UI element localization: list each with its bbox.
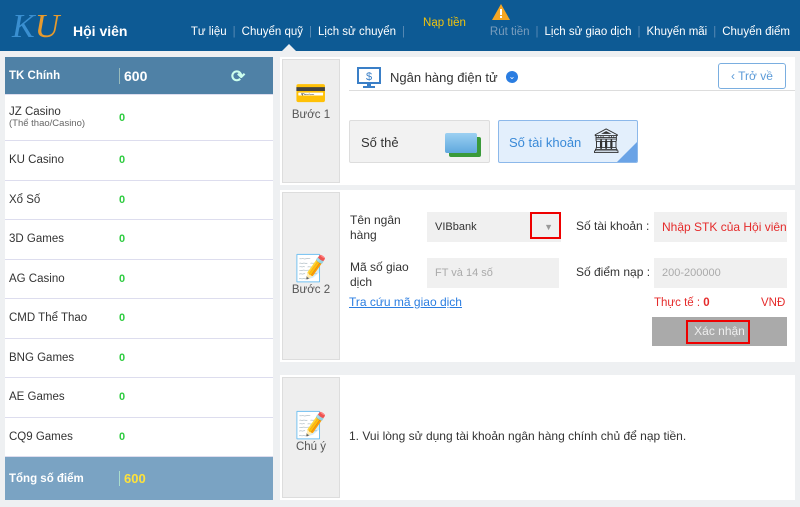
wallet-value: 0 [119, 272, 126, 285]
header-title: Hội viên [73, 23, 128, 39]
txn-code-input[interactable]: FT và 14 số [427, 258, 559, 288]
step2-badge: 📝 Bước 2 [282, 192, 340, 360]
notice-section: 📝 Chú ý 1. Vui lòng sử dụng tài khoản ngâ… [280, 375, 795, 500]
points-label: Số điểm nạp : [576, 265, 651, 279]
wallet-label: CQ9 Games [9, 430, 73, 443]
back-button[interactable]: ‹ Trở về [718, 63, 786, 89]
notice-label: Chú ý [295, 441, 327, 453]
form-edit-icon: 📝 [294, 253, 328, 283]
total-row: Tổng số điểm 600 [5, 457, 273, 500]
option-label: Số tài khoản [509, 135, 582, 150]
nav-tu-lieu[interactable]: Tư liệu [185, 26, 233, 38]
wallet-row: JZ Casino (Thể thao/Casino) 0 [5, 95, 273, 141]
nav-chuyen-quy[interactable]: Chuyển quỹ [236, 26, 309, 38]
svg-text:$: $ [366, 71, 372, 83]
deposit-panel: 💳 Bước 1 $ Ngân hàng điện tử ⌄ ‹ Trở về S… [280, 57, 795, 500]
main-account-label: TK Chính [9, 69, 61, 82]
top-nav: Tư liệu | Chuyển quỹ | Lịch sử chuyển | Nạp… [185, 17, 790, 38]
step1-badge: 💳 Bước 1 [282, 59, 340, 183]
txn-code-placeholder: FT và 14 số [435, 267, 493, 279]
card-icon [445, 133, 477, 153]
actual-amount: Thực tế : 0 [654, 296, 710, 311]
nav-rut-tien[interactable]: Rút tiền [484, 26, 536, 38]
notice-edit-icon: 📝 [294, 410, 328, 440]
wallet-row: KU Casino 0 [5, 141, 273, 181]
wallet-label: 3D Games [9, 233, 64, 246]
refresh-icon[interactable]: ⟳ [231, 67, 245, 87]
currency: VNĐ [761, 297, 786, 309]
wallet-label: Xổ Số [9, 193, 41, 206]
step2-section: 📝 Bước 2 Tên ngân hàng VIBbank ▼ Mã số gia… [280, 190, 795, 362]
wallet-label: AE Games [9, 391, 65, 404]
step2-label: Bước 2 [291, 284, 331, 296]
total-label: Tổng số điểm [9, 472, 84, 485]
active-nav-caret [282, 44, 296, 51]
lookup-txn-link[interactable]: Tra cứu mã giao dịch [349, 295, 462, 310]
wallet-value: 0 [119, 111, 126, 124]
wallet-value: 0 [119, 233, 126, 246]
nav-lich-su-chuyen[interactable]: Lịch sử chuyển [312, 26, 402, 38]
wallet-label: BNG Games [9, 351, 75, 364]
option-account-number[interactable]: Số tài khoản 🏛 [498, 120, 638, 163]
bank-select-value: VIBbank [435, 221, 477, 233]
nav-nap-tien[interactable]: Nạp tiền [405, 17, 484, 29]
main-account-value: 600 [119, 67, 147, 84]
notice-badge: 📝 Chú ý [282, 377, 340, 498]
credit-card-icon: 💳 [294, 78, 328, 108]
payment-method[interactable]: Ngân hàng điện tử [390, 70, 498, 85]
actual-label: Thực tế : [654, 297, 701, 309]
step1-section: 💳 Bước 1 $ Ngân hàng điện tử ⌄ ‹ Trở về S… [280, 57, 795, 185]
highlight-box [530, 212, 561, 239]
option-card-number[interactable]: Số thẻ [349, 120, 490, 163]
points-input[interactable]: 200-200000 [654, 258, 787, 288]
bank-name-label: Tên ngân hàng [350, 213, 401, 242]
wallet-row: AG Casino 0 [5, 260, 273, 299]
wallet-value: 0 [119, 430, 126, 443]
logo: KU [12, 8, 60, 45]
monitor-dollar-icon: $ [357, 67, 381, 88]
selected-check-icon [617, 142, 637, 162]
header: KU Hội viên Tư liệu | Chuyển quỹ | Lịch sử… [0, 0, 800, 51]
wallet-label: JZ Casino [9, 106, 61, 118]
back-label: Trở về [738, 69, 773, 83]
nav-chuyen-diem[interactable]: Chuyển điểm [716, 26, 790, 38]
wallet-row: Xổ Số 0 [5, 181, 273, 220]
warning-icon [492, 4, 510, 20]
nav-khuyen-mai[interactable]: Khuyến mãi [641, 26, 714, 38]
wallet-label: KU Casino [9, 154, 64, 167]
step1-label: Bước 1 [291, 109, 331, 121]
wallet-sub: (Thể thao/Casino) [9, 118, 86, 129]
nav-lich-su-giao-dich[interactable]: Lịch sử giao dịch [539, 26, 638, 38]
account-number-label: Số tài khoản : [576, 219, 650, 233]
main-account-row: TK Chính 600 ⟳ [5, 57, 273, 95]
wallet-value: 0 [119, 351, 126, 364]
wallet-row: BNG Games 0 [5, 339, 273, 378]
wallet-row: CQ9 Games 0 [5, 418, 273, 457]
txn-code-label: Mã số giao dịch [350, 260, 409, 289]
wallet-label: CMD Thể Thao [9, 312, 88, 325]
actual-value: 0 [703, 297, 710, 309]
sidebar-wallets: TK Chính 600 ⟳ JZ Casino (Thể thao/Casino… [5, 57, 273, 500]
option-label: Số thẻ [361, 135, 399, 150]
account-number-input[interactable]: Nhập STK của Hội viên [654, 212, 787, 242]
wallet-value: 0 [119, 391, 126, 404]
highlight-box [686, 320, 750, 344]
wallet-value: 0 [119, 312, 126, 325]
total-value: 600 [119, 471, 146, 486]
wallet-row: AE Games 0 [5, 378, 273, 418]
wallet-value: 0 [119, 154, 126, 167]
wallet-value: 0 [119, 193, 126, 206]
chevron-down-icon[interactable]: ⌄ [506, 71, 518, 83]
wallet-row: 3D Games 0 [5, 220, 273, 260]
account-number-placeholder: Nhập STK của Hội viên [662, 220, 787, 234]
notice-text: 1. Vui lòng sử dụng tài khoản ngân hàng … [349, 429, 687, 443]
wallet-row: CMD Thể Thao 0 [5, 299, 273, 339]
wallet-label: AG Casino [9, 272, 65, 285]
points-placeholder: 200-200000 [662, 267, 721, 279]
